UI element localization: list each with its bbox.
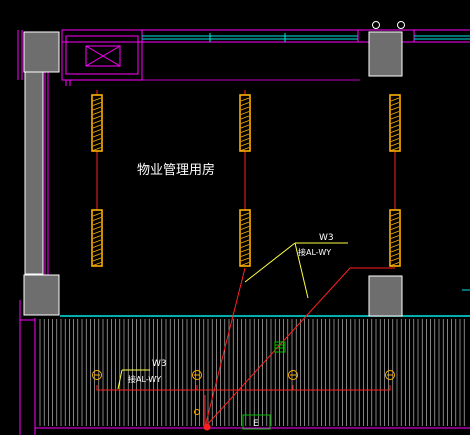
fluorescent-fixture-1 [91,94,103,152]
column-top-left [23,31,60,73]
circuit-panel-label-2: 接AL-WY [128,374,161,384]
circuit-panel-label-1: 接AL-WY [298,247,331,257]
column-bottom-right [368,275,403,317]
fluorescent-fixture-5 [239,209,251,267]
room-name-label: 物业管理用房 [137,162,215,178]
fluorescent-fixture-6 [389,209,401,267]
column-left-pier [24,71,44,275]
column-top-right [368,31,403,77]
circuit-id-label-2: W3 [152,359,167,369]
corridor-tag-label: E [253,419,259,429]
cad-floor-plan: 物业管理用房 W3 接AL-WY W3 接AL-WY E [0,0,470,435]
fluorescent-fixture-4 [91,209,103,267]
column-bottom-left [23,274,60,316]
fluorescent-fixture-3 [389,94,401,152]
distribution-panel-point [203,423,211,431]
fluorescent-fixture-2 [239,94,251,152]
circuit-id-label-1: W3 [319,233,334,243]
